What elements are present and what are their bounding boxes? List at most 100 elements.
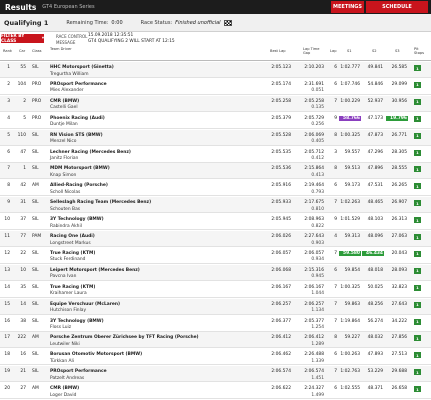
meetings-button[interactable]: MEETINGS (331, 1, 364, 13)
pit-stops-badge: 1 (414, 386, 421, 393)
sector-2: 56.274 (367, 318, 383, 324)
table-row[interactable]: 20 27 AM CMR (BMW) Loger David 2:06.622 2:24.3… (0, 383, 431, 400)
filter-by-class-button[interactable]: FILTER BY CLASS ▾ (1, 34, 44, 44)
gap-value: 0.822 (311, 223, 324, 229)
sector-1: 1:02.263 (340, 200, 360, 206)
rank-cell: 11 (4, 234, 10, 239)
lap-count: 7 (334, 250, 337, 256)
table-row[interactable]: 13 10 SIL Leipert Motorsport (Mercedes Benz… (0, 264, 431, 281)
team-name: Lechner Racing (Mercedes Benz) (50, 149, 131, 155)
lap-count: 7 (334, 369, 337, 375)
pit-stops-badge: 1 (414, 149, 421, 156)
gap-value: 0.135 (311, 105, 324, 111)
lap-count: 7 (334, 200, 337, 206)
pit-stops-badge: 1 (414, 335, 421, 342)
pit-stops-badge: 1 (414, 234, 421, 240)
sector-1: 58.766 (339, 115, 361, 121)
team-name: CMR (BMW) (50, 98, 80, 104)
col-class: Class (32, 49, 42, 53)
sector-2: 47.893 (367, 352, 383, 358)
sector-2: 48.103 (367, 217, 383, 223)
team-name: MDM Motorsport (BMW) (50, 166, 110, 172)
table-row[interactable]: 16 38 SIL 3Y Technology (BMW) Floss Luiz 2:06… (0, 316, 431, 332)
remaining-time: 0:00 (111, 19, 123, 26)
pit-stops-badge: 1 (414, 183, 421, 190)
rank-cell: 12 (4, 250, 10, 256)
car-number: 35 (20, 284, 26, 290)
sector-2: 54.846 (367, 81, 383, 87)
series-name: GT4 European Series (42, 4, 95, 10)
sector-2: 48.018 (367, 267, 383, 273)
lap-count: 6 (334, 183, 337, 189)
driver-name: Scholl Nicolas (50, 189, 81, 195)
best-lap: 2:06.026 (271, 234, 291, 239)
table-row[interactable]: 8 42 AM Allied-Racing (Porsche) Scholl Nicol… (0, 180, 431, 197)
best-lap: 2:06.068 (271, 267, 291, 273)
table-row[interactable]: 12 22 SIL True Racing (KTM) Stuck Ferdinand 2… (0, 248, 431, 264)
flag-icon (223, 19, 232, 26)
gap-value: 0.256 (311, 122, 324, 128)
sector-3: 27.856 (391, 335, 407, 341)
pit-stops-badge: 1 (414, 250, 421, 257)
rank-cell: 8 (7, 183, 10, 189)
table-row[interactable]: 7 1 SIL MDM Motorsport (BMW) Knap Simon 2:05.… (0, 163, 431, 180)
table-row[interactable]: 18 16 SIL Borusan Otomotiv Motorsport (BMW)… (0, 349, 431, 366)
best-lap: 2:05.174 (271, 81, 291, 87)
driver-name: Leutwiler Niki (50, 341, 80, 347)
lap-time: 2:08.963 (304, 217, 324, 223)
lap-count: 6 (334, 81, 337, 87)
race-control-message: GT4 QUALIFYING 2 WILL START AT 12:15 (88, 39, 175, 44)
team-name: Porsche Zentrum Oberer Zürichsee by TFT … (50, 335, 199, 341)
driver-name: Janitz Florian (50, 156, 79, 161)
team-name: 3Y Technology (BMW) (50, 217, 104, 223)
table-row[interactable]: 5 110 SIL RN Vision STS (BMW) Menzel Nico 2:0… (0, 129, 431, 146)
col-rank: Rank (3, 49, 12, 53)
pit-stops-badge: 1 (414, 318, 421, 325)
schedule-button[interactable]: SCHEDULE (366, 1, 428, 13)
lap-time: 2:06.574 (304, 369, 324, 375)
table-row[interactable]: 1 55 SIL HHC Motorsport (Ginetta) Tregurtha … (0, 62, 431, 78)
class-cell: AM (32, 386, 39, 392)
table-row[interactable]: 11 77 PAM Racing One (Audi) Longstreet Marku… (0, 231, 431, 247)
gap-value: 1.499 (311, 392, 324, 398)
table-row[interactable]: 9 31 SIL Selleslagh Racing Team (Mercedes B… (0, 197, 431, 214)
status-label: Race Status: (140, 19, 173, 26)
car-number: 21 (20, 369, 26, 375)
lap-time: 2:06.412 (304, 335, 324, 341)
table-row[interactable]: 15 14 SIL Equipe Verschuur (McLaren) Hutchis… (0, 298, 431, 315)
session-bar: Qualifying 1 Remaining Time: 0:00 Race S… (0, 14, 431, 32)
rank-cell: 5 (7, 132, 10, 138)
table-row[interactable]: 10 37 SIL 3Y Technology (BMW) Rabindra Akhil… (0, 214, 431, 231)
sector-2: 47.173 (367, 115, 383, 121)
table-row[interactable]: 6 47 SIL Lechner Racing (Mercedes Benz) Jani… (0, 147, 431, 163)
class-cell: SIL (32, 166, 39, 172)
lap-time: 2:26.488 (304, 352, 324, 358)
team-name: Phoenix Racing (Audi) (50, 115, 105, 121)
pit-stops-badge: 1 (414, 369, 421, 376)
class-cell: SIL (32, 301, 39, 307)
sector-2: 46.434 (362, 250, 384, 256)
table-row[interactable]: 3 2 PRO CMR (BMW) Castelli Gael 2:05.258 2:05.… (0, 95, 431, 112)
table-row[interactable]: 14 35 SIL True Racing (KTM) Kraihamer Laura 2… (0, 282, 431, 298)
sector-1: 1:00.325 (340, 284, 360, 290)
pit-stops-badge: 1 (414, 98, 421, 105)
table-row[interactable]: 17 222 AM Porsche Zentrum Oberer Zürichsee … (0, 332, 431, 349)
table-row[interactable]: 4 5 PRO Phoenix Racing (Audi) Duntje Milan 2:… (0, 113, 431, 129)
team-name: Racing One (Audi) (50, 234, 95, 239)
col-s1: S1 (347, 49, 352, 53)
team-name: Leipert Motorsport (Mercedes Benz) (50, 267, 140, 273)
driver-name: Castelli Gael (50, 105, 78, 111)
table-row[interactable]: 19 21 SIL PROsport Performance Patzelt Andre… (0, 366, 431, 383)
col-lap: Lap (330, 49, 337, 53)
col-pit-stops: Pit Stops (414, 47, 425, 55)
table-row[interactable]: 2 104 PRO PROsport Performance Mies Alexande… (0, 79, 431, 95)
pit-stops-badge: 1 (414, 200, 421, 207)
sector-3: 26.658 (391, 386, 407, 392)
sector-3: 27.063 (391, 234, 407, 239)
lap-time: 2:06.257 (304, 301, 324, 307)
car-number: 14 (20, 301, 26, 307)
driver-name: Türkkan Ali (50, 358, 74, 364)
car-number: 16 (20, 352, 26, 358)
team-name: 3Y Technology (BMW) (50, 318, 104, 324)
car-number: 42 (20, 183, 26, 189)
